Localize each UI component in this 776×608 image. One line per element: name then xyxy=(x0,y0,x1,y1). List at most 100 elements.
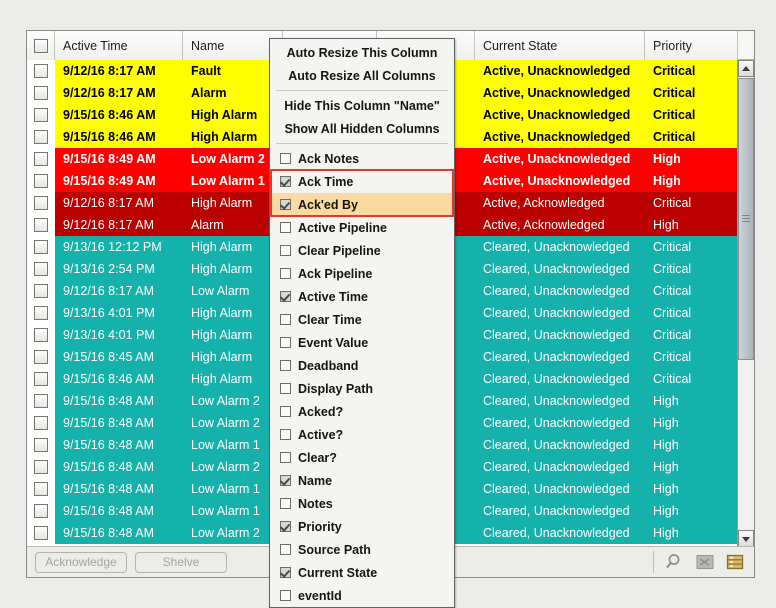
cell-name: High Alarm xyxy=(191,108,258,122)
cell-priority: High xyxy=(653,482,679,496)
scrollbar-thumb[interactable] xyxy=(738,78,754,360)
menu-checkitem-deadband[interactable]: Deadband xyxy=(270,354,454,377)
row-select-checkbox[interactable] xyxy=(27,104,55,126)
vertical-scrollbar[interactable] xyxy=(737,60,754,547)
column-header-current-state[interactable]: Current State xyxy=(475,31,645,60)
cell-current-state: Cleared, Unacknowledged xyxy=(483,504,630,518)
row-select-checkbox[interactable] xyxy=(27,390,55,412)
menu-item-auto-resize-this-column[interactable]: Auto Resize This Column xyxy=(270,41,454,64)
column-header-name[interactable]: Name xyxy=(183,31,283,60)
menu-checkitem-clear-time[interactable]: Clear Time xyxy=(270,308,454,331)
cell-active-time: 9/15/16 8:48 AM xyxy=(63,394,155,408)
row-select-checkbox[interactable] xyxy=(27,60,55,82)
cell-current-state: Cleared, Unacknowledged xyxy=(483,460,630,474)
menu-checkitem-ack-notes[interactable]: Ack Notes xyxy=(270,147,454,170)
shelve-button[interactable]: Shelve xyxy=(135,551,227,573)
cell-name: High Alarm xyxy=(191,240,253,254)
checkbox-icon xyxy=(280,268,291,279)
scroll-down-button[interactable] xyxy=(738,530,754,547)
cell-active-time: 9/15/16 8:48 AM xyxy=(63,416,155,430)
row-select-checkbox[interactable] xyxy=(27,236,55,258)
checkbox-icon xyxy=(34,372,48,386)
menu-item-label: Ack Time xyxy=(298,174,354,189)
menu-checkitem-acked[interactable]: Acked? xyxy=(270,400,454,423)
menu-item-auto-resize-all-columns[interactable]: Auto Resize All Columns xyxy=(270,64,454,87)
row-select-checkbox[interactable] xyxy=(27,456,55,478)
cell-name: High Alarm xyxy=(191,306,253,320)
menu-checkitem-active[interactable]: Active? xyxy=(270,423,454,446)
menu-item-label: Acked? xyxy=(298,404,344,419)
cell-name: Low Alarm 1 xyxy=(191,438,260,452)
menu-checkitem-eventid[interactable]: eventId xyxy=(270,584,454,607)
checkbox-checked-icon xyxy=(280,567,291,578)
row-select-checkbox[interactable] xyxy=(27,302,55,324)
menu-checkitem-display-path[interactable]: Display Path xyxy=(270,377,454,400)
row-select-checkbox[interactable] xyxy=(27,434,55,456)
cell-name: Low Alarm 2 xyxy=(191,460,260,474)
cell-current-state: Cleared, Unacknowledged xyxy=(483,350,630,364)
row-select-checkbox[interactable] xyxy=(27,412,55,434)
menu-item-hide-this-column-name[interactable]: Hide This Column "Name" xyxy=(270,94,454,117)
cell-name: Low Alarm 2 xyxy=(191,526,260,540)
shelf-drawer-icon[interactable] xyxy=(724,551,746,573)
column-header-priority[interactable]: Priority xyxy=(645,31,738,60)
row-select-checkbox[interactable] xyxy=(27,170,55,192)
menu-checkitem-clear-pipeline[interactable]: Clear Pipeline xyxy=(270,239,454,262)
checkbox-icon xyxy=(34,416,48,430)
menu-checkitem-ack-pipeline[interactable]: Ack Pipeline xyxy=(270,262,454,285)
search-icon[interactable] xyxy=(664,551,686,573)
checkbox-icon xyxy=(280,452,291,463)
acknowledge-button[interactable]: Acknowledge xyxy=(35,551,127,573)
scroll-up-button[interactable] xyxy=(738,60,754,77)
row-select-checkbox[interactable] xyxy=(27,258,55,280)
column-header-active-time[interactable]: Active Time xyxy=(55,31,183,60)
menu-item-label: Ack Pipeline xyxy=(298,266,373,281)
menu-checkitem-source-path[interactable]: Source Path xyxy=(270,538,454,561)
menu-checkitem-priority[interactable]: Priority xyxy=(270,515,454,538)
cell-current-state: Cleared, Unacknowledged xyxy=(483,306,630,320)
checkbox-icon xyxy=(280,337,291,348)
row-select-checkbox[interactable] xyxy=(27,192,55,214)
cell-priority: Critical xyxy=(653,328,692,342)
cell-active-time: 9/15/16 8:49 AM xyxy=(63,174,156,188)
row-select-checkbox[interactable] xyxy=(27,500,55,522)
row-select-checkbox[interactable] xyxy=(27,82,55,104)
menu-checkitem-clear[interactable]: Clear? xyxy=(270,446,454,469)
row-select-checkbox[interactable] xyxy=(27,148,55,170)
row-select-checkbox[interactable] xyxy=(27,478,55,500)
cell-priority: High xyxy=(653,526,679,540)
checkbox-icon xyxy=(34,86,48,100)
column-header-label: Priority xyxy=(653,38,692,53)
row-select-checkbox[interactable] xyxy=(27,126,55,148)
cell-priority: Critical xyxy=(653,306,692,320)
checkbox-icon xyxy=(34,328,48,342)
cell-name: High Alarm xyxy=(191,328,253,342)
menu-checkitem-active-pipeline[interactable]: Active Pipeline xyxy=(270,216,454,239)
cell-priority: High xyxy=(653,152,681,166)
shelf-filter-icon[interactable] xyxy=(694,551,716,573)
row-select-checkbox[interactable] xyxy=(27,280,55,302)
menu-checkitem-ack-time[interactable]: Ack Time xyxy=(270,170,454,193)
menu-checkitem-current-state[interactable]: Current State xyxy=(270,561,454,584)
row-select-checkbox[interactable] xyxy=(27,522,55,544)
cell-active-time: 9/15/16 8:49 AM xyxy=(63,152,156,166)
chevron-up-icon xyxy=(742,65,750,71)
column-context-menu[interactable]: Auto Resize This Column Auto Resize All C… xyxy=(269,38,455,608)
row-select-checkbox[interactable] xyxy=(27,214,55,236)
menu-checkitem-notes[interactable]: Notes xyxy=(270,492,454,515)
menu-item-show-all-hidden-columns[interactable]: Show All Hidden Columns xyxy=(270,117,454,140)
menu-checkitem-event-value[interactable]: Event Value xyxy=(270,331,454,354)
row-select-checkbox[interactable] xyxy=(27,324,55,346)
cell-active-time: 9/12/16 8:17 AM xyxy=(63,86,156,100)
header-select-all-checkbox[interactable] xyxy=(27,31,55,60)
menu-checkitem-active-time[interactable]: Active Time xyxy=(270,285,454,308)
cell-current-state: Cleared, Unacknowledged xyxy=(483,438,630,452)
row-select-checkbox[interactable] xyxy=(27,346,55,368)
cell-active-time: 9/15/16 8:46 AM xyxy=(63,108,156,122)
menu-checkitem-name[interactable]: Name xyxy=(270,469,454,492)
row-select-checkbox[interactable] xyxy=(27,368,55,390)
menu-item-label: Name xyxy=(298,473,333,488)
menu-item-label: Active Time xyxy=(298,289,368,304)
checkbox-icon xyxy=(34,108,48,122)
menu-checkitem-ack-ed-by[interactable]: Ack'ed By xyxy=(270,193,454,216)
